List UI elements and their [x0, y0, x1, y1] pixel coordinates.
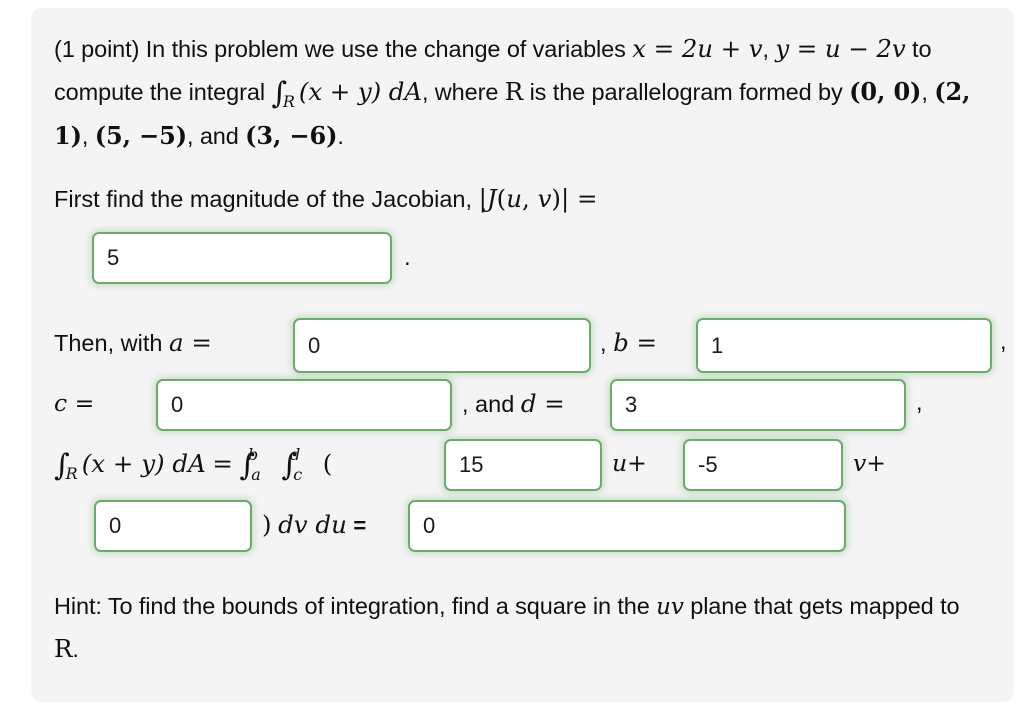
- math-uv-plane: uv: [656, 594, 684, 620]
- intro-text-1: In this problem we use the change of var…: [145, 36, 626, 62]
- card-inner: (1 point) In this problem we use the cha…: [32, 8, 1013, 700]
- v-coefficient-input[interactable]: [683, 439, 843, 491]
- math-y-substitution: y = u − 2v: [775, 34, 906, 63]
- equals-sign: =: [212, 449, 233, 478]
- and-text: , and: [462, 391, 515, 417]
- vertex-point-3: (5, −5): [94, 121, 187, 150]
- math-jacobian-label: |J(u, v)| =: [478, 184, 598, 213]
- math-region-R: R: [504, 77, 524, 106]
- jacobian-value-input[interactable]: [92, 232, 392, 284]
- vertex-point-4: (3, −6): [245, 121, 338, 150]
- jacobian-prompt: First find the magnitude of the Jacobian…: [54, 184, 598, 213]
- jacobian-trailing-period: .: [404, 244, 411, 271]
- then-with-a-label: Then, with a =: [54, 328, 212, 357]
- integral-result-input[interactable]: [408, 500, 846, 552]
- close-paren: ): [262, 510, 272, 539]
- open-paren: (: [322, 449, 333, 478]
- u-plus-label: u+: [612, 449, 647, 477]
- bound-b-input[interactable]: [696, 318, 992, 373]
- comma-and-b-label: , b =: [600, 328, 657, 357]
- hint-text: Hint: To find the bounds of integration,…: [54, 586, 984, 670]
- intro-comma-1: ,: [762, 36, 769, 62]
- problem-statement: (1 point) In this problem we use the cha…: [54, 34, 971, 150]
- jacobian-prompt-text: First find the magnitude of the Jacobian…: [54, 186, 473, 212]
- result-equals-sign: =: [353, 513, 367, 538]
- math-integral-expression: ∫R (x + y) dA: [271, 76, 422, 111]
- math-d-label: d =: [520, 389, 565, 418]
- comma-after-a: ,: [600, 330, 607, 356]
- constant-term-input[interactable]: [94, 500, 252, 552]
- bound-d-input[interactable]: [610, 379, 906, 431]
- v-plus-label: v+: [853, 449, 886, 477]
- hint-prefix: Hint: To find the bounds of integration,…: [54, 593, 650, 619]
- math-differential: dv du: [278, 510, 347, 539]
- math-lhs-integral: ∫R (x + y) dA: [54, 448, 206, 483]
- point-label: (1 point): [54, 36, 140, 62]
- math-b-label: b =: [613, 328, 658, 357]
- math-inner-integral: ∫dc: [281, 445, 303, 484]
- math-a-label: a =: [168, 328, 212, 357]
- bound-a-input[interactable]: [293, 318, 591, 373]
- integral-expression-label: ∫R (x + y) dA = ∫ba ∫dc (: [54, 445, 333, 484]
- math-hint-R: R: [54, 634, 73, 663]
- hint-suffix: plane that gets mapped to: [690, 593, 960, 619]
- problem-card: (1 point) In this problem we use the cha…: [32, 8, 1013, 700]
- u-coefficient-input[interactable]: [444, 439, 602, 491]
- intro-period: .: [337, 123, 344, 149]
- and-d-label: , and d =: [462, 389, 565, 418]
- math-c-label: c =: [54, 389, 95, 417]
- math-x-substitution: x = 2u + v: [632, 34, 763, 63]
- vertex-point-1: (0, 0): [849, 77, 922, 106]
- hint-period: .: [72, 636, 79, 662]
- intro-and: and: [199, 123, 239, 149]
- intro-text-3: , where: [421, 79, 499, 105]
- math-outer-integral: ∫ba: [239, 445, 261, 484]
- comma-after-b: ,: [1000, 328, 1007, 354]
- dv-du-label: ) dv du =: [262, 510, 366, 539]
- bound-c-input[interactable]: [156, 379, 452, 431]
- then-with-text: Then, with: [54, 330, 163, 356]
- intro-text-4: is the parallelogram formed by: [529, 79, 843, 105]
- comma-after-d: ,: [916, 389, 923, 415]
